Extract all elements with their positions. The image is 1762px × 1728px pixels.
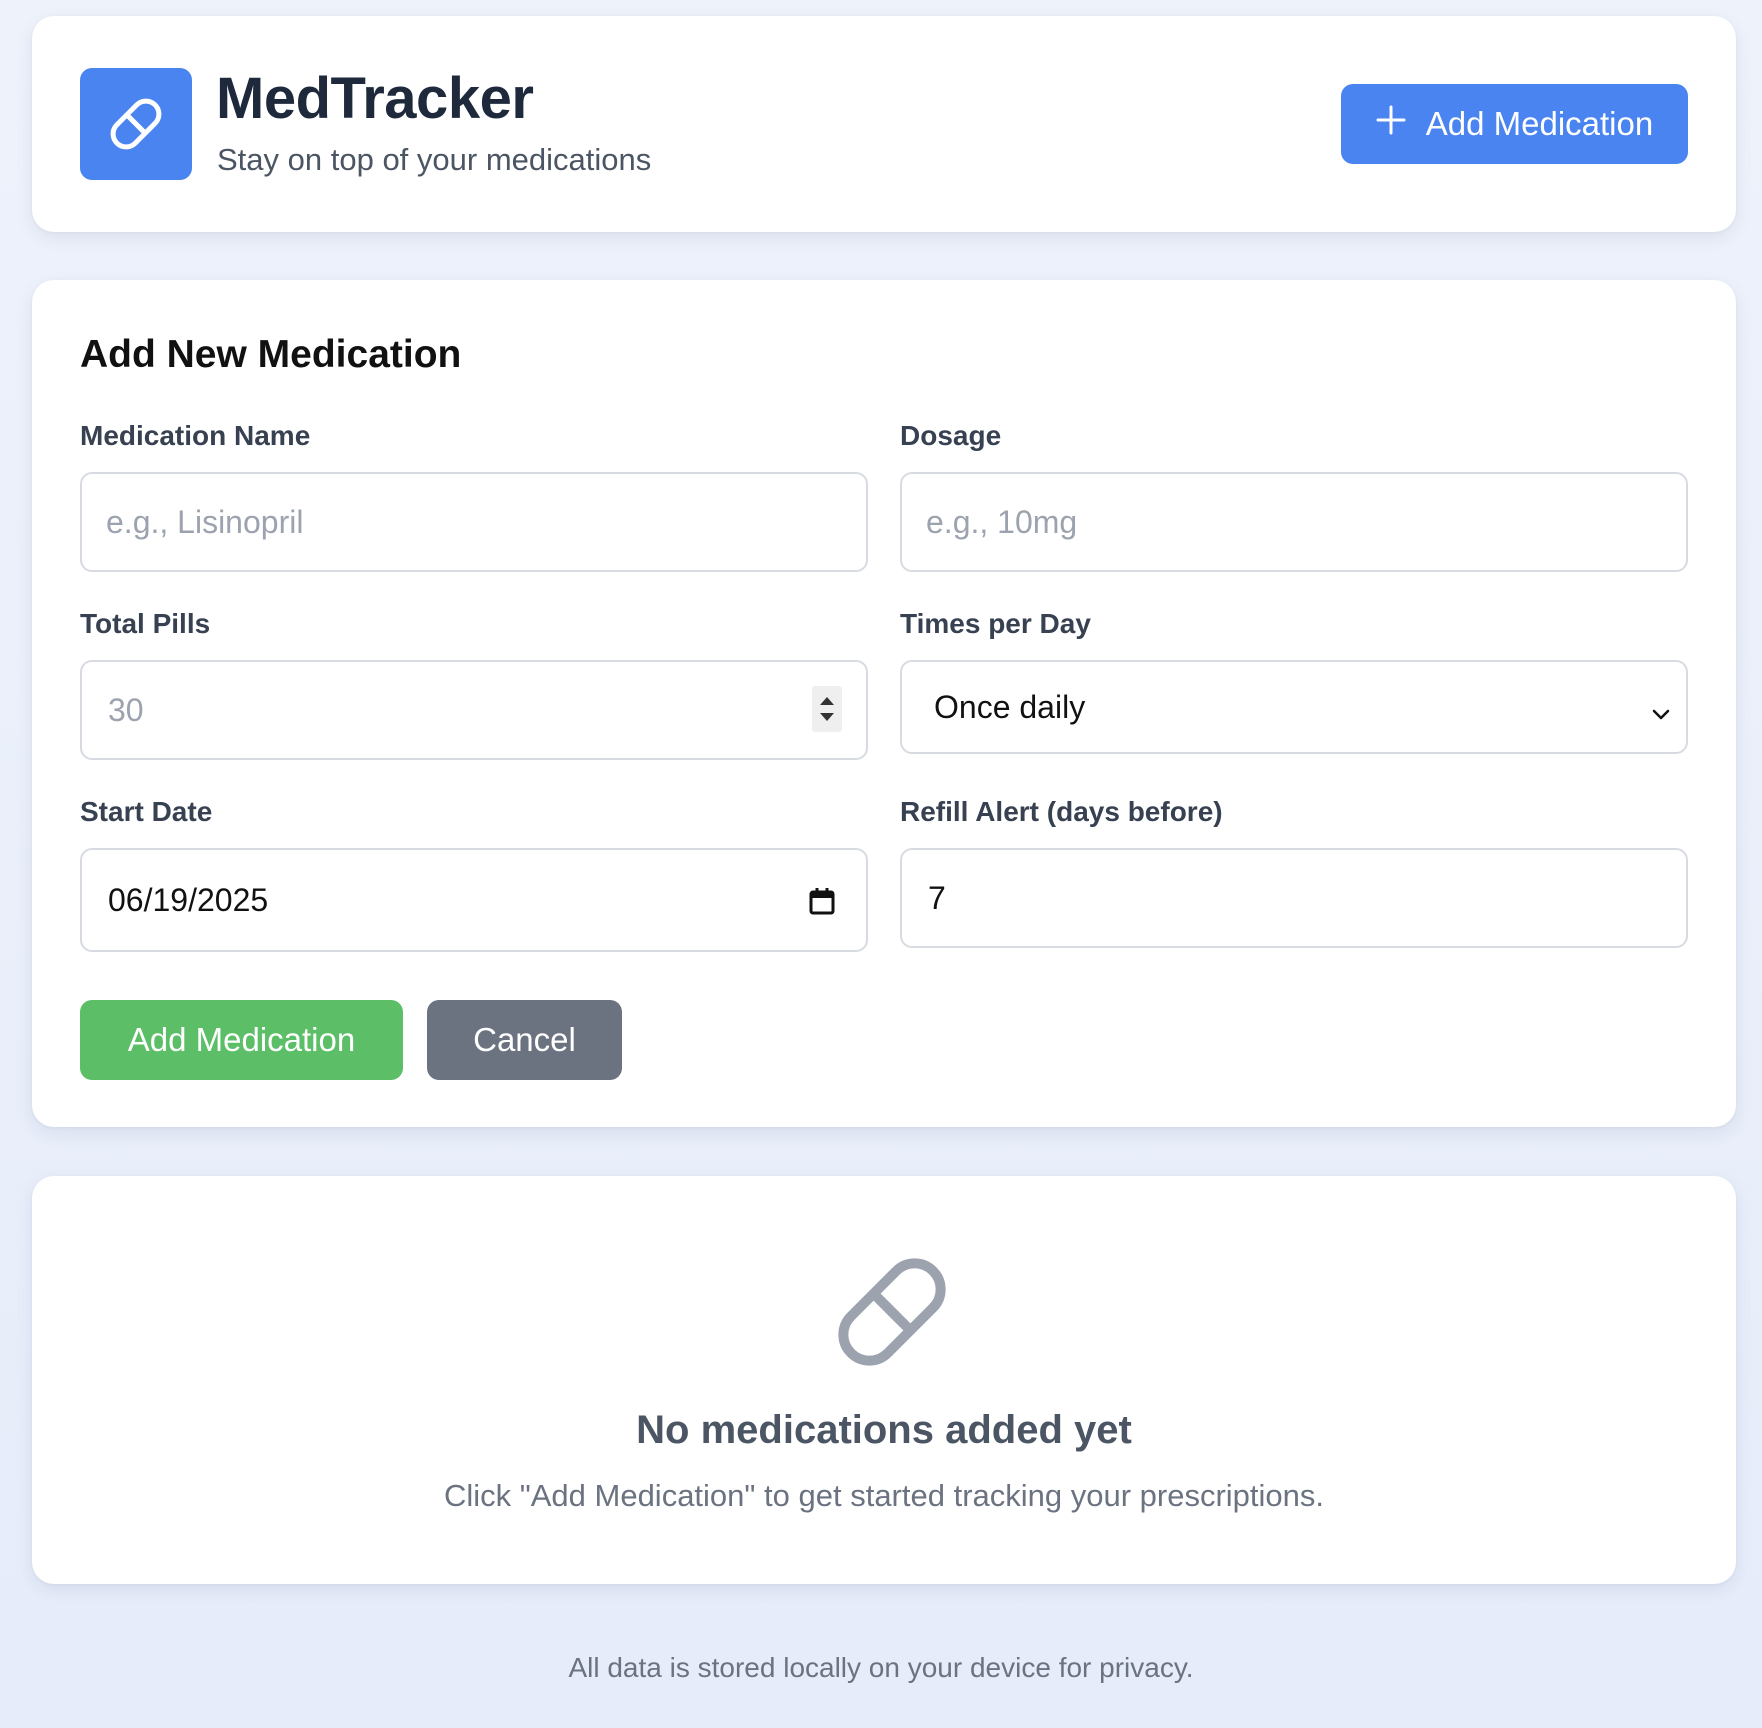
dosage-label: Dosage	[900, 420, 1002, 451]
start-date-input[interactable]: 06/19/2025	[80, 848, 868, 952]
stepper-up-icon[interactable]	[820, 697, 834, 705]
total-pills-placeholder: 30	[108, 691, 144, 728]
app-header: MedTracker Stay on top of your medicatio…	[32, 16, 1736, 232]
calendar-icon[interactable]	[808, 886, 836, 924]
refill-alert-label: Refill Alert (days before)	[900, 796, 1223, 827]
medication-name-input[interactable]	[80, 472, 868, 572]
total-pills-input[interactable]: 30	[80, 660, 868, 760]
chevron-down-icon	[1650, 696, 1672, 733]
number-stepper[interactable]	[812, 686, 842, 732]
times-per-day-value: Once daily	[934, 688, 1086, 725]
cancel-button[interactable]: Cancel	[427, 1000, 622, 1080]
add-medication-form: Add New Medication Medication Name Dosag…	[32, 280, 1736, 1127]
empty-state-description: Click "Add Medication" to get started tr…	[443, 1478, 1325, 1513]
medication-list-empty-state: No medications added yet Click "Add Medi…	[32, 1176, 1736, 1584]
add-medication-button[interactable]: Add Medication	[1341, 84, 1688, 164]
add-medication-button-label: Add Medication	[1425, 105, 1654, 142]
empty-state-title: No medications added yet	[636, 1408, 1132, 1452]
submit-medication-button[interactable]: Add Medication	[80, 1000, 403, 1080]
plus-icon	[1376, 105, 1406, 143]
form-title: Add New Medication	[80, 333, 462, 376]
pill-icon	[80, 68, 192, 180]
start-date-label: Start Date	[80, 796, 213, 827]
start-date-value: 06/19/2025	[108, 881, 269, 918]
total-pills-label: Total Pills	[80, 608, 211, 639]
app-title: MedTracker	[216, 66, 534, 131]
stepper-down-icon[interactable]	[820, 713, 834, 721]
medication-name-label: Medication Name	[80, 420, 311, 451]
refill-alert-value: 7	[928, 879, 946, 916]
times-per-day-select[interactable]: Once daily	[900, 660, 1688, 754]
pill-icon	[824, 1244, 960, 1385]
app-subtitle: Stay on top of your medications	[217, 142, 652, 177]
privacy-footer: All data is stored locally on your devic…	[568, 1652, 1194, 1683]
dosage-input[interactable]	[900, 472, 1688, 572]
times-per-day-label: Times per Day	[900, 608, 1091, 639]
refill-alert-input[interactable]: 7	[900, 848, 1688, 948]
